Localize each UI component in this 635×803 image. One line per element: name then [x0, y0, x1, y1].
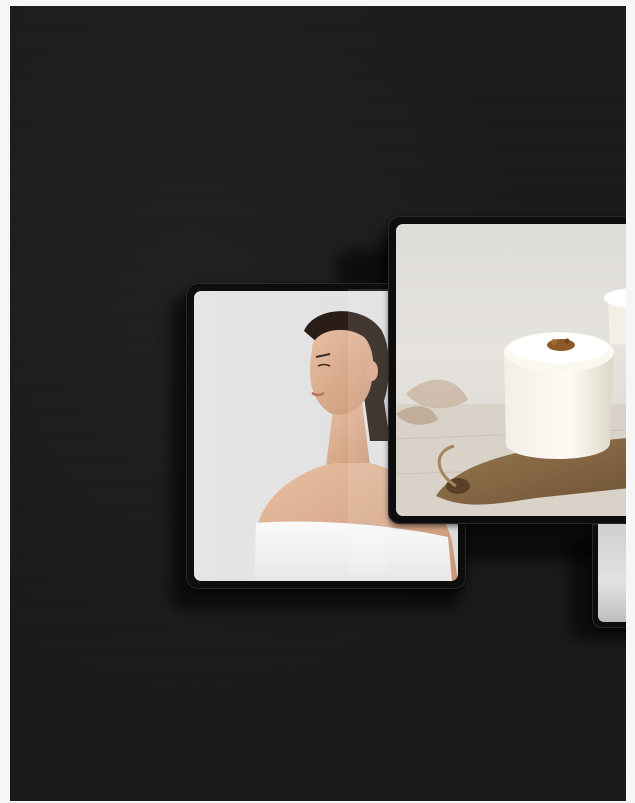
glass-overlap: [348, 289, 388, 575]
tablet-coffee: [388, 216, 626, 524]
mockup-canvas: [10, 6, 626, 801]
partial-screen: [598, 524, 626, 622]
coffee-screen: [396, 224, 626, 516]
coffee-cup-image: [396, 288, 626, 516]
tablet-partial: [592, 524, 626, 628]
